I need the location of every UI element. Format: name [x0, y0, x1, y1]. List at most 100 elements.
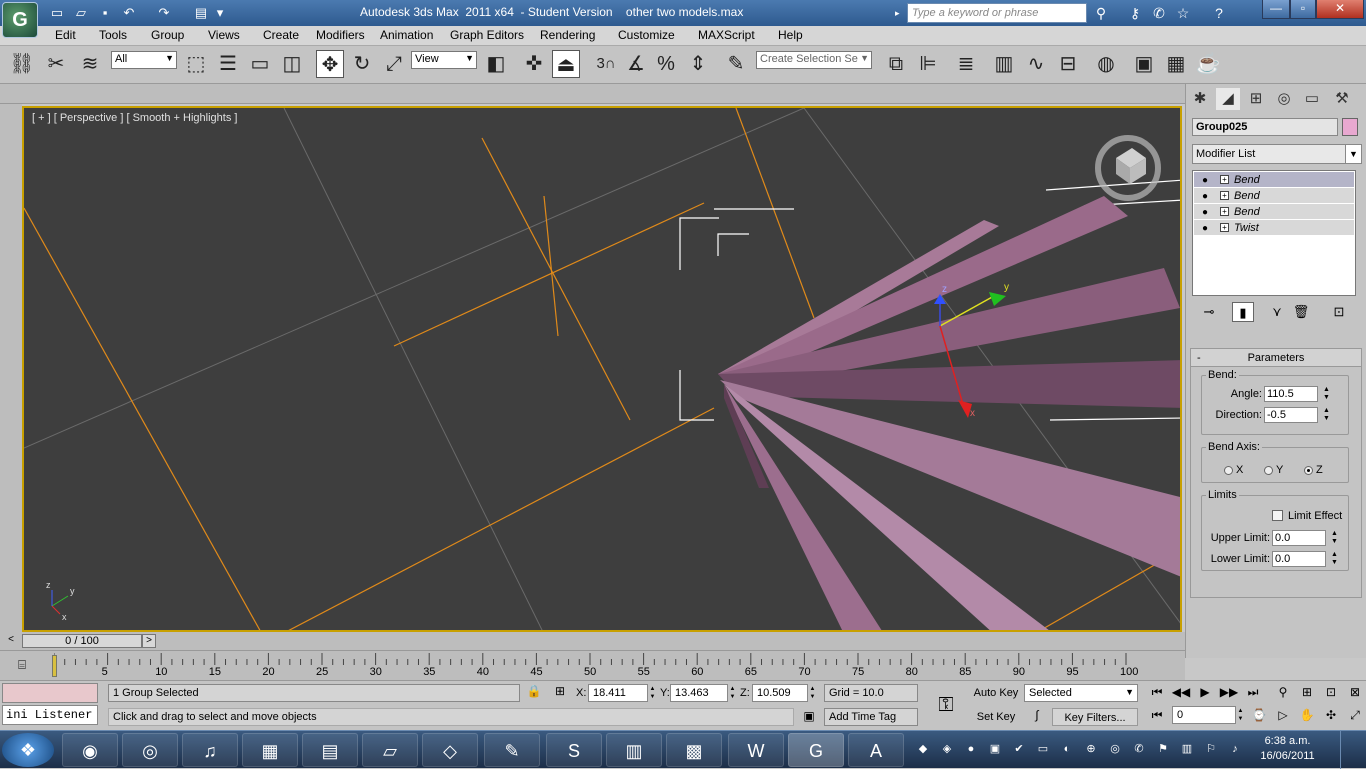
select-by-name-icon[interactable]: ☰ [214, 50, 242, 78]
select-and-move-icon[interactable]: ✥ [316, 50, 344, 78]
axis-x-radio[interactable] [1224, 466, 1233, 475]
word-icon[interactable]: W [728, 733, 784, 767]
hierarchy-tab-icon[interactable]: ⊞ [1244, 88, 1268, 110]
direction-field[interactable]: -0.5 [1264, 407, 1318, 423]
favorites-star-icon[interactable]: ☆ [1174, 4, 1192, 22]
make-unique-icon[interactable]: ⋎ [1266, 302, 1288, 322]
graphite-modeling-tools-icon[interactable]: ▥ [990, 50, 1018, 78]
lightbulb-icon[interactable]: ● [1202, 189, 1208, 205]
tray-icon-7[interactable]: ◐ [1060, 742, 1074, 756]
material-editor-icon[interactable]: ◍ [1092, 50, 1120, 78]
chrome-icon[interactable]: ◎ [122, 733, 178, 767]
stack-item-twist[interactable]: ● + Twist [1194, 220, 1354, 236]
time-slider-next[interactable]: > [142, 634, 156, 648]
select-object-icon[interactable]: ⬚ [182, 50, 210, 78]
bind-space-warp-icon[interactable]: ≋ [76, 50, 104, 78]
keyboard-shortcut-override-icon[interactable]: ⏏ [552, 50, 580, 78]
go-to-start-icon[interactable]: ⏮ [1146, 682, 1168, 702]
axis-y-radio[interactable] [1264, 466, 1273, 475]
zoom-extents-icon[interactable]: ⊡ [1320, 682, 1342, 702]
rectangular-selection-icon[interactable]: ▭ [246, 50, 274, 78]
tray-icon-12[interactable]: ▥ [1180, 742, 1194, 756]
track-bar[interactable]: ⌸ 5 10 15 20 25 30 35 40 45 50 55 60 65 70 75 80 85 90 95 1… [0, 650, 1185, 680]
stack-item-bend-1[interactable]: ● + Bend [1194, 172, 1354, 188]
reference-coordinate-dropdown[interactable]: View ▼ [411, 51, 477, 69]
tray-icon-11[interactable]: ⚑ [1156, 742, 1170, 756]
select-and-manipulate-icon[interactable]: ✜ [520, 50, 548, 78]
angle-snap-icon[interactable]: ∡ [622, 50, 650, 78]
menu-animation[interactable]: Animation [380, 28, 433, 42]
tray-icon-1[interactable]: ◆ [916, 742, 930, 756]
show-desktop-button[interactable] [1340, 731, 1366, 769]
display-tab-icon[interactable]: ▭ [1300, 88, 1324, 110]
tray-icon-6[interactable]: ▭ [1036, 742, 1050, 756]
stack-item-bend-2[interactable]: ● + Bend [1194, 188, 1354, 204]
select-and-rotate-icon[interactable]: ↻ [348, 50, 376, 78]
zoom-all-icon[interactable]: ⊞ [1296, 682, 1318, 702]
orbit-icon[interactable]: ✣ [1320, 705, 1342, 725]
paint-icon[interactable]: ✎ [484, 733, 540, 767]
frame-spinner-icon[interactable]: ▲ ▼ [1236, 707, 1245, 723]
menu-edit[interactable]: Edit [55, 28, 76, 42]
render-teapot-icon[interactable]: ☕ [1194, 50, 1222, 78]
set-key-button[interactable]: Set Key [970, 708, 1022, 726]
time-slider[interactable]: < 0 / 100 > [0, 632, 1185, 650]
rendered-frame-window-icon[interactable]: ▦ [1162, 50, 1190, 78]
system-clock[interactable]: 6:38 a.m. 16/06/2011 [1250, 734, 1325, 764]
itunes-icon[interactable]: ♫ [182, 733, 238, 767]
zoom-icon[interactable]: ⚲ [1272, 682, 1294, 702]
show-end-result-icon[interactable]: ▮ [1232, 302, 1254, 322]
axis-z-radio[interactable] [1304, 466, 1313, 475]
lightbulb-icon[interactable]: ● [1202, 173, 1208, 189]
tray-icon-2[interactable]: ◈ [940, 742, 954, 756]
absolute-mode-icon[interactable]: ⊞ [552, 684, 568, 702]
menu-help[interactable]: Help [778, 28, 803, 42]
menu-create[interactable]: Create [263, 28, 299, 42]
menu-tools[interactable]: Tools [99, 28, 127, 42]
remove-modifier-icon[interactable]: 🗑 [1290, 302, 1312, 322]
layer-manager-icon[interactable]: ≣ [952, 50, 980, 78]
new-file-icon[interactable]: ▭ [48, 4, 66, 21]
render-setup-icon[interactable]: ▣ [1130, 50, 1158, 78]
y-coord-field[interactable]: 13.463 [670, 684, 728, 702]
expand-icon[interactable]: + [1220, 191, 1229, 200]
selection-lock-icon[interactable]: 🔒 [526, 684, 542, 702]
lightbulb-icon[interactable]: ● [1202, 221, 1208, 237]
x-coord-field[interactable]: 18.411 [588, 684, 648, 702]
tray-icon-3[interactable]: ● [964, 742, 978, 756]
expand-icon[interactable]: + [1220, 207, 1229, 216]
mirror-icon[interactable]: ⧉ [882, 50, 910, 78]
lightbulb-icon[interactable]: ● [1202, 205, 1208, 221]
lower-limit-spinner-icon[interactable]: ▲ ▼ [1330, 551, 1339, 567]
use-pivot-center-icon[interactable]: ◧ [482, 50, 510, 78]
time-slider-thumb[interactable]: 0 / 100 [22, 634, 142, 648]
redo-icon[interactable]: ↷ [155, 4, 173, 21]
x-spinner-icon[interactable]: ▲ ▼ [648, 685, 657, 701]
selection-filter-dropdown[interactable]: All ▼ [111, 51, 177, 69]
percent-snap-icon[interactable]: % [652, 50, 680, 78]
upper-limit-spinner-icon[interactable]: ▲ ▼ [1330, 530, 1339, 546]
object-color-swatch[interactable] [1342, 118, 1358, 136]
add-time-tag-button[interactable]: Add Time Tag [824, 708, 918, 726]
communication-icon[interactable]: ✆ [1150, 4, 1168, 22]
network-icon[interactable]: ⚐ [1204, 742, 1218, 756]
calculator-icon[interactable]: ▩ [666, 733, 722, 767]
keyword-search-input[interactable]: Type a keyword or phrase [907, 3, 1087, 23]
maximize-viewport-icon[interactable]: ⤢ [1344, 705, 1366, 725]
time-tag-icon[interactable]: ▣ [800, 709, 818, 727]
key-icon[interactable]: ⚿ [926, 687, 966, 723]
unlink-icon[interactable]: ✂ [42, 50, 70, 78]
help-icon[interactable]: ? [1210, 4, 1228, 22]
menu-views[interactable]: Views [208, 28, 240, 42]
schematic-view-icon[interactable]: ⊟ [1054, 50, 1082, 78]
pin-stack-icon[interactable]: ⊸ [1198, 302, 1220, 322]
project-folder-icon[interactable]: ▤ [192, 4, 210, 21]
curve-editor-icon[interactable]: ∿ [1022, 50, 1050, 78]
snaps-toggle-icon[interactable]: 3∩ [592, 50, 620, 78]
tray-icon-10[interactable]: ✆ [1132, 742, 1146, 756]
menu-customize[interactable]: Customize [618, 28, 675, 42]
sticky-notes-icon[interactable]: ▱ [362, 733, 418, 767]
start-button[interactable]: ❖ [2, 733, 54, 767]
time-slider-prev[interactable]: < [4, 634, 18, 648]
parameters-rollout-header[interactable]: - Parameters [1191, 349, 1361, 367]
